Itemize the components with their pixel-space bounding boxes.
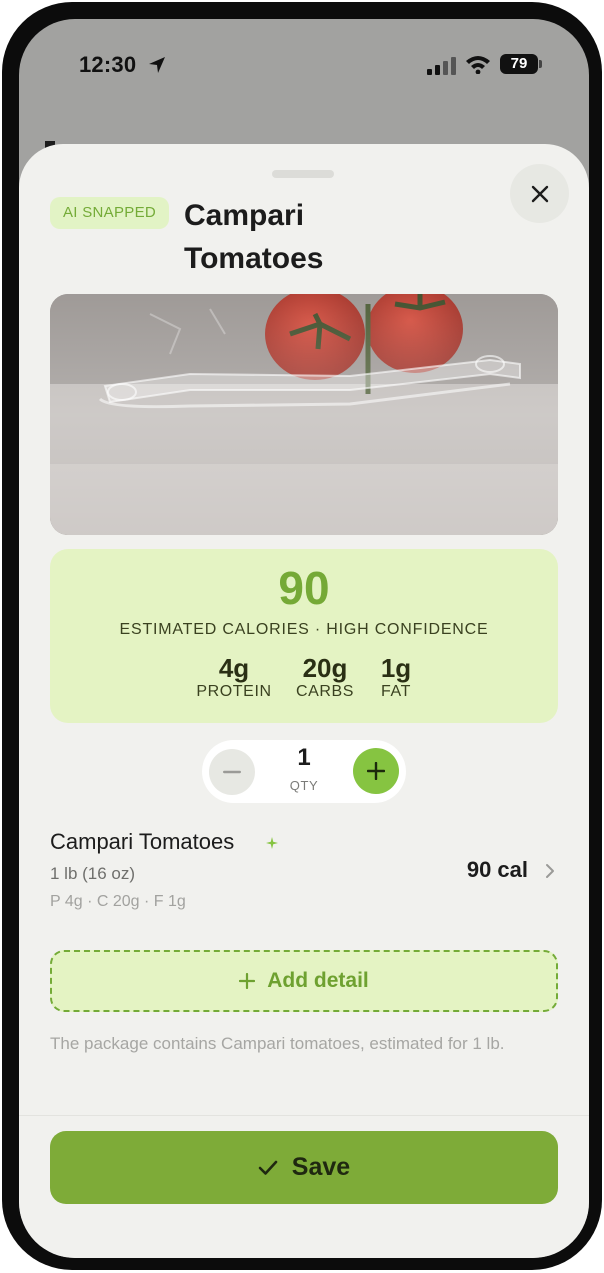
battery-icon: 79: [500, 54, 538, 74]
checkmark-icon: [258, 1160, 278, 1175]
macro-label: PROTEIN: [196, 683, 272, 700]
food-item-macros: P 4g · C 20g · F 1g: [50, 893, 186, 910]
macro-value: 20g: [302, 653, 348, 683]
macro-carbs: 20g CARBS: [285, 653, 365, 701]
food-item-row[interactable]: Campari Tomatoes 1 lb (16 oz) P 4g · C 2…: [50, 829, 558, 919]
plus-icon: [239, 973, 256, 989]
save-button[interactable]: Save: [50, 1131, 558, 1204]
macro-value: 1g: [380, 653, 412, 683]
status-time: 12:30: [79, 52, 137, 77]
tomato-package-image: [50, 294, 558, 535]
ai-snapped-badge: AI SNAPPED: [50, 197, 170, 229]
calorie-value: 90: [278, 562, 330, 614]
status-bar: 12:30 79: [19, 19, 589, 109]
food-item-name: Campari Tomatoes: [50, 829, 235, 854]
phone-frame: 12:30 79 AI SNAPPED Campari Tomatoes 90 …: [2, 2, 602, 1270]
location-arrow-icon: [149, 57, 165, 73]
decrease-quantity-button[interactable]: [209, 749, 255, 795]
macro-label: CARBS: [295, 683, 355, 700]
signal-icon: [427, 57, 456, 75]
screen: 12:30 79 AI SNAPPED Campari Tomatoes 90 …: [19, 19, 589, 1258]
calorie-summary-card: 90 ESTIMATED CALORIES · HIGH CONFIDENCE …: [50, 549, 558, 723]
macro-fat: 1g FAT: [371, 653, 421, 701]
close-button[interactable]: [510, 164, 569, 223]
macro-label: FAT: [381, 683, 411, 700]
food-photo: [50, 294, 558, 535]
wifi-icon: [466, 56, 490, 74]
plus-icon: [367, 762, 385, 780]
calorie-caption: ESTIMATED CALORIES · HIGH CONFIDENCE: [119, 621, 489, 638]
add-detail-button[interactable]: Add detail: [50, 950, 558, 1012]
food-item-serving: 1 lb (16 oz): [50, 864, 136, 883]
macro-value: 4g: [218, 653, 250, 683]
macro-protein: 4g PROTEIN: [182, 653, 286, 701]
save-label: Save: [291, 1153, 351, 1181]
quantity-label: QTY: [289, 778, 319, 793]
divider: [19, 1115, 589, 1116]
close-icon: [531, 185, 548, 202]
battery-cap: [539, 60, 542, 68]
chevron-right-icon: [546, 864, 554, 878]
quantity-stepper: 1 QTY: [202, 740, 406, 803]
food-detail-sheet: AI SNAPPED Campari Tomatoes 90 ESTIMATED…: [19, 144, 589, 1258]
minus-icon: [223, 770, 241, 774]
add-detail-label: Add detail: [267, 969, 369, 992]
estimate-note: The package contains Campari tomatoes, e…: [50, 1034, 505, 1053]
page-title: Campari Tomatoes: [184, 199, 324, 275]
food-item-calories: 90 cal: [466, 857, 528, 882]
increase-quantity-button[interactable]: [353, 748, 399, 794]
sheet-grabber[interactable]: [272, 170, 334, 178]
quantity-value: 1: [297, 744, 311, 771]
sparkle-icon: [266, 837, 278, 849]
